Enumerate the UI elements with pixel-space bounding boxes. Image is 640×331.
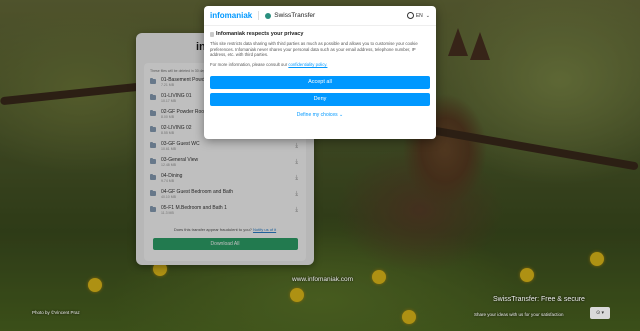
consent-description: This site restricts data sharing with th… — [210, 41, 418, 57]
feedback-select[interactable]: ⊙ ▾ — [590, 307, 610, 319]
globe-icon — [406, 12, 414, 19]
consent-title-row: Infomaniak respects your privacy — [210, 31, 430, 37]
chevron-down-icon: ⌄ — [425, 12, 430, 19]
more-info-text: For more information, please consult our — [210, 61, 289, 67]
deny-button[interactable]: Deny — [210, 92, 430, 106]
divider — [258, 11, 260, 20]
tagline: SwissTransfer: Free & secure — [493, 296, 585, 303]
product-name: SwissTransfer — [274, 12, 316, 19]
photo-credit: Photo by ©Vincent Praz — [32, 310, 80, 315]
cookie-consent-dialog: infomaniak SwissTransfer EN ⌄ Infomaniak… — [204, 6, 436, 139]
share-ideas-text: Share your ideas with us for your satisf… — [474, 312, 564, 317]
define-choices-link[interactable]: Define my choices ⌄ — [204, 112, 436, 118]
accept-all-button[interactable]: Accept all — [210, 75, 430, 89]
shield-icon — [210, 31, 214, 37]
language-label: EN — [415, 12, 423, 19]
chevron-down-icon: ⌄ — [339, 111, 344, 118]
consent-title: Infomaniak respects your privacy — [216, 31, 304, 37]
site-url[interactable]: www.infomaniak.com — [292, 276, 353, 283]
consent-more-info: For more information, please consult our… — [210, 62, 430, 67]
consent-content: Infomaniak respects your privacy This si… — [204, 26, 436, 72]
privacy-policy-link[interactable]: confidentiality policy. — [288, 62, 327, 67]
infomaniak-logo: infomaniak — [210, 11, 253, 20]
swisstransfer-icon — [265, 12, 272, 19]
define-choices-label: Define my choices — [296, 111, 338, 118]
language-selector[interactable]: EN ⌄ — [406, 12, 430, 19]
consent-header: infomaniak SwissTransfer EN ⌄ — [204, 6, 436, 26]
